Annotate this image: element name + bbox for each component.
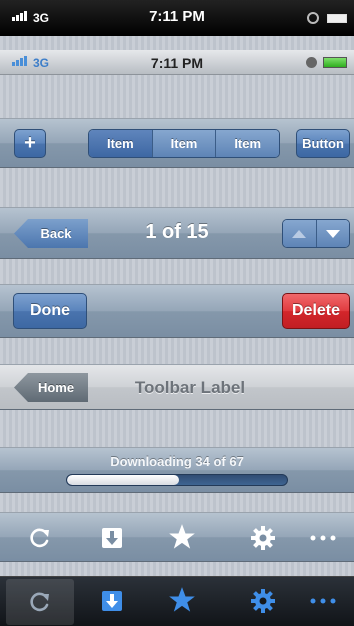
toolbar-icons bbox=[0, 512, 354, 562]
chevron-down-icon bbox=[325, 229, 340, 238]
rotation-lock-icon bbox=[307, 12, 319, 24]
toolbar-label: Home Toolbar Label bbox=[0, 364, 354, 410]
add-button[interactable]: + bbox=[14, 129, 46, 158]
download-button[interactable] bbox=[96, 523, 128, 553]
download-icon bbox=[102, 591, 122, 611]
toolbar-pager: Back 1 of 15 bbox=[0, 207, 354, 259]
toolbar-title: Toolbar Label bbox=[134, 378, 246, 397]
gear-icon bbox=[251, 589, 275, 613]
clock: 7:11 PM bbox=[149, 8, 205, 25]
toolbar-progress: Downloading 34 of 67 bbox=[0, 447, 354, 493]
star-icon bbox=[169, 587, 195, 612]
battery-icon bbox=[323, 57, 347, 68]
tab-bar bbox=[0, 576, 354, 626]
toolbar-segmented: + Item Item Item Button bbox=[0, 118, 354, 168]
segment-item-1[interactable]: Item bbox=[89, 130, 153, 157]
progress-label: Downloading 34 of 67 bbox=[110, 454, 244, 469]
segmented-control: Item Item Item bbox=[88, 129, 280, 158]
previous-button[interactable] bbox=[283, 220, 317, 247]
progress-bar bbox=[66, 474, 288, 486]
more-icon bbox=[310, 598, 336, 604]
download-icon bbox=[102, 528, 122, 548]
rotation-lock-icon bbox=[306, 57, 317, 68]
up-down-control bbox=[282, 219, 350, 248]
refresh-button[interactable] bbox=[24, 523, 56, 553]
delete-button[interactable]: Delete bbox=[282, 293, 350, 329]
gear-icon bbox=[251, 526, 275, 550]
toolbar-actions: Done Delete bbox=[0, 284, 354, 338]
progress-fill bbox=[67, 475, 179, 485]
home-button[interactable]: Home bbox=[14, 373, 88, 402]
tab-download[interactable] bbox=[96, 586, 128, 616]
tab-more[interactable] bbox=[306, 586, 340, 616]
toolbar-button[interactable]: Button bbox=[296, 129, 350, 158]
status-bar-dark: 3G 7:11 PM bbox=[0, 0, 354, 36]
refresh-icon bbox=[30, 528, 49, 548]
more-button[interactable] bbox=[306, 523, 340, 553]
settings-button[interactable] bbox=[246, 522, 280, 554]
battery-icon bbox=[327, 14, 347, 23]
clock: 7:11 PM bbox=[150, 55, 204, 71]
tab-settings[interactable] bbox=[246, 585, 280, 617]
favorite-button[interactable] bbox=[165, 521, 199, 553]
next-button[interactable] bbox=[316, 220, 349, 247]
status-bar-light: 3G 7:11 PM bbox=[0, 50, 354, 75]
chevron-up-icon bbox=[292, 229, 307, 238]
done-button[interactable]: Done bbox=[13, 293, 87, 329]
back-button[interactable]: Back bbox=[14, 219, 88, 248]
tab-favorites[interactable] bbox=[165, 584, 199, 616]
tab-refresh[interactable] bbox=[6, 579, 74, 625]
refresh-icon bbox=[30, 592, 49, 612]
pager-title: 1 of 15 bbox=[145, 221, 209, 243]
segment-item-2[interactable]: Item bbox=[152, 130, 217, 157]
star-icon bbox=[169, 524, 195, 549]
more-icon bbox=[310, 535, 336, 541]
segment-item-3[interactable]: Item bbox=[216, 130, 279, 157]
